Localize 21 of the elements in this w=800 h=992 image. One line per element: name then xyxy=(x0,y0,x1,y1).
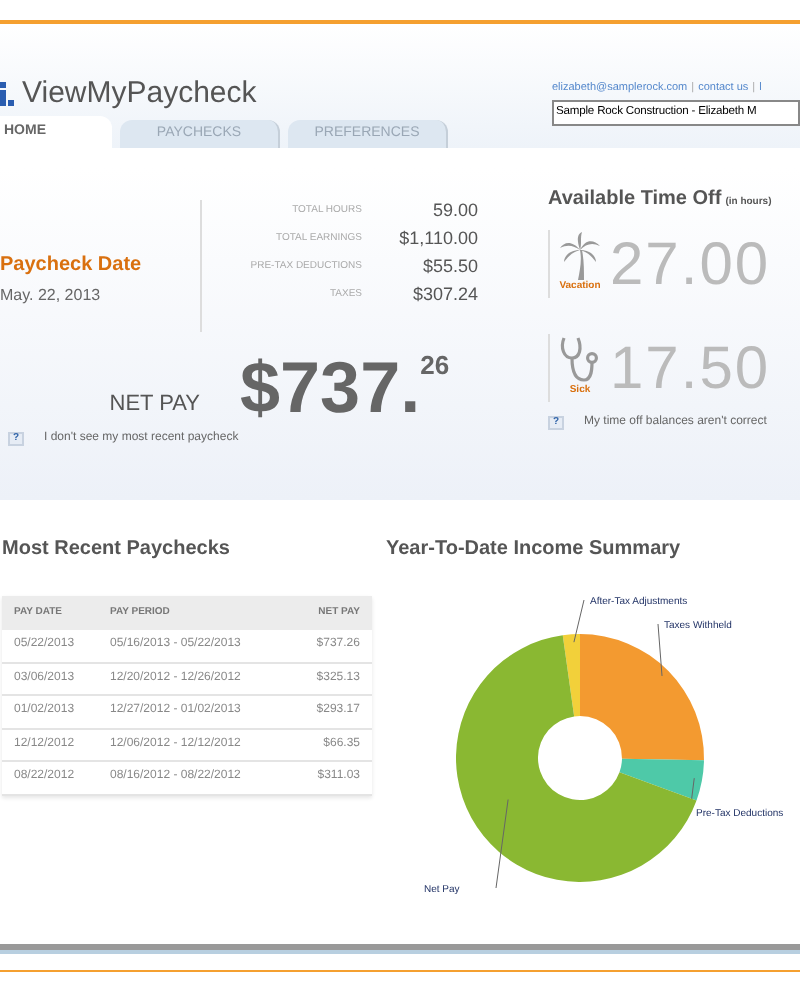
logo-text: ViewMyPaycheck xyxy=(22,74,257,114)
net-pay-amount: $737. xyxy=(240,352,421,424)
stat-value: 59.00 xyxy=(430,198,478,225)
stat-value: $307.24 xyxy=(410,282,478,309)
time-off-hours: 17.50 xyxy=(610,333,771,405)
net-pay-label: NET PAY xyxy=(107,389,200,419)
logo-icon xyxy=(0,82,14,107)
net-pay-cents: 26 xyxy=(420,352,450,378)
leader-line xyxy=(573,599,585,643)
paycheck-date-title: Paycheck Date xyxy=(0,251,144,279)
leader-line xyxy=(495,799,509,889)
palm-tree-icon xyxy=(558,232,602,281)
stethoscope-icon xyxy=(558,336,602,385)
section-title: Most Recent Paychecks xyxy=(2,536,232,564)
stat-value: $1,110.00 xyxy=(397,226,478,253)
section-title: Year-To-Date Income Summary xyxy=(384,536,683,564)
stat-value: $55.50 xyxy=(420,254,478,281)
time-off-title: Available Time Off xyxy=(548,186,722,214)
time-off-hours: 27.00 xyxy=(610,229,771,301)
leader-line xyxy=(657,623,663,677)
paycheck-date: May. 22, 2013 xyxy=(0,283,103,307)
